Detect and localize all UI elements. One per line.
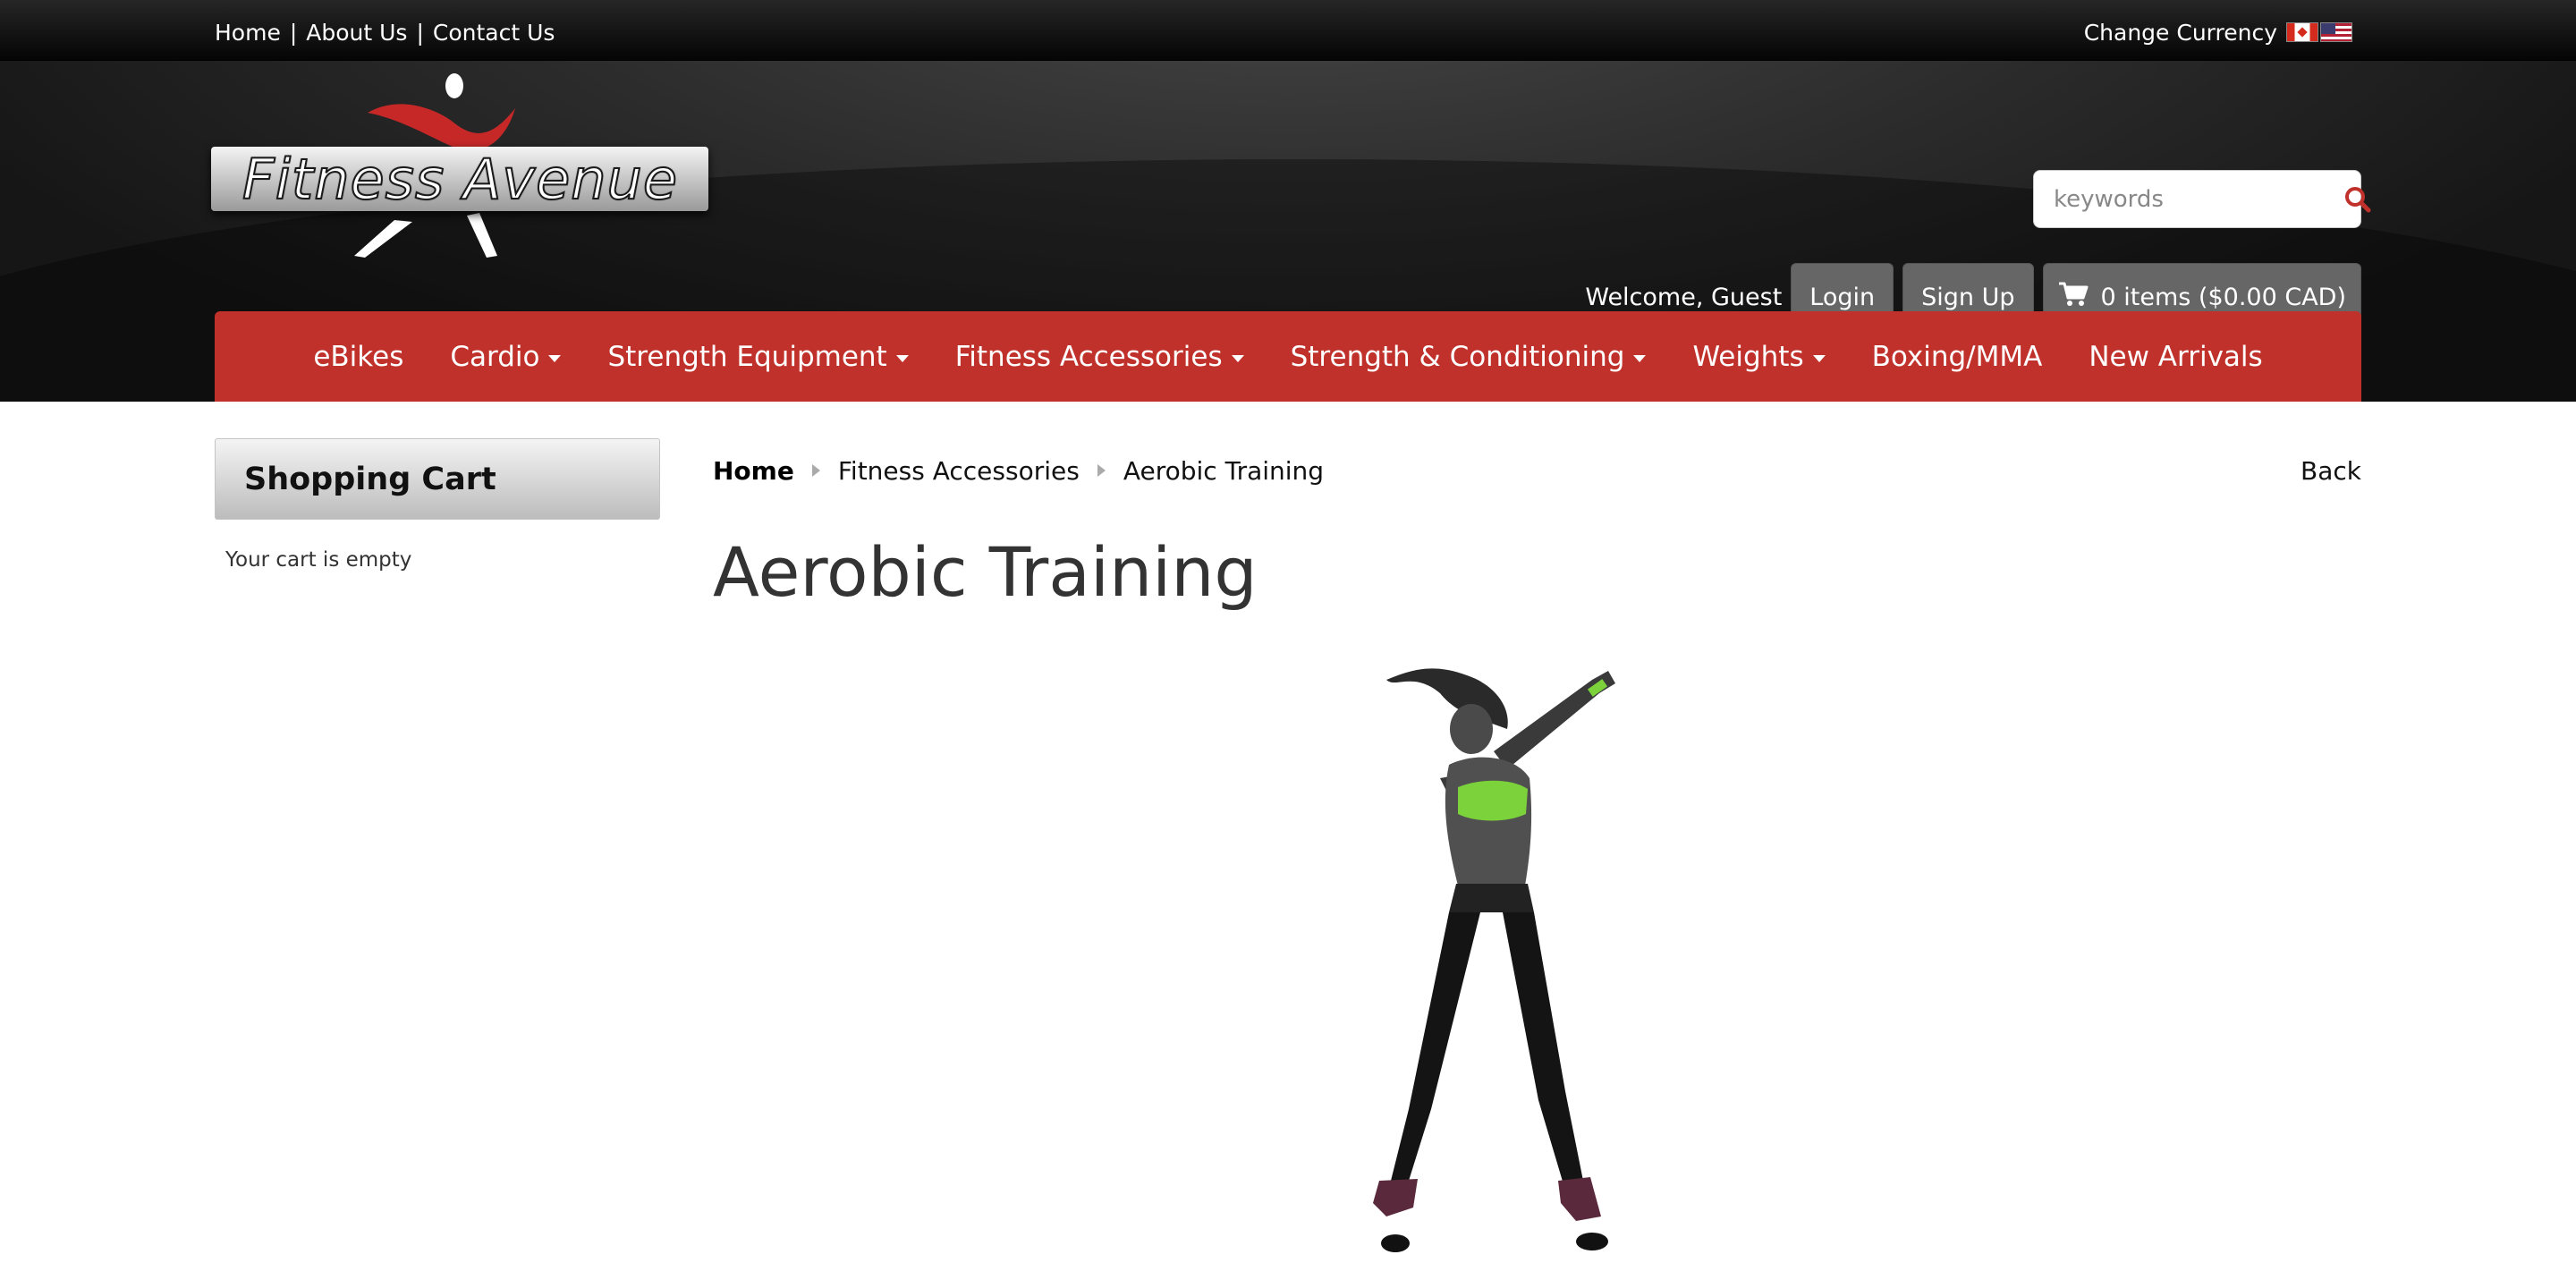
nav-item-ebikes[interactable]: eBikes bbox=[290, 341, 427, 373]
search-input[interactable] bbox=[2034, 172, 2343, 226]
top-link-home[interactable]: Home bbox=[215, 20, 281, 46]
cart-icon bbox=[2058, 281, 2089, 314]
nav-item-boxing-mma[interactable]: Boxing/MMA bbox=[1849, 341, 2066, 373]
chevron-down-icon bbox=[895, 354, 909, 362]
nav-item-strength-conditioning[interactable]: Strength & Conditioning bbox=[1267, 341, 1670, 373]
breadcrumb-home[interactable]: Home bbox=[713, 456, 794, 486]
breadcrumb-arrow-icon bbox=[811, 464, 820, 477]
category-hero-image bbox=[1324, 644, 1789, 1259]
shopping-cart-heading: Shopping Cart bbox=[215, 438, 660, 520]
top-link-separator: | bbox=[289, 19, 298, 46]
change-currency-label: Change Currency bbox=[2083, 19, 2277, 46]
currency-switcher: Change Currency bbox=[2084, 16, 2352, 48]
chevron-down-icon bbox=[1231, 354, 1244, 362]
nav-item-new-arrivals[interactable]: New Arrivals bbox=[2065, 341, 2285, 373]
search-box bbox=[2033, 170, 2371, 228]
cart-empty-message: Your cart is empty bbox=[225, 548, 412, 572]
nav-item-strength-equipment[interactable]: Strength Equipment bbox=[584, 341, 931, 373]
breadcrumb-fitness-accessories[interactable]: Fitness Accessories bbox=[838, 456, 1080, 486]
nav-item-label: New Arrivals bbox=[2089, 340, 2263, 373]
nav-item-cardio[interactable]: Cardio bbox=[427, 341, 584, 373]
breadcrumb: Home Fitness Accessories Aerobic Trainin… bbox=[713, 452, 1324, 489]
nav-item-label: eBikes bbox=[313, 340, 404, 373]
flag-us-icon[interactable] bbox=[2320, 22, 2352, 42]
breadcrumb-current: Aerobic Training bbox=[1123, 455, 1325, 486]
page-title: Aerobic Training bbox=[713, 532, 1258, 612]
nav-item-fitness-accessories[interactable]: Fitness Accessories bbox=[932, 341, 1267, 373]
nav-item-label: Fitness Accessories bbox=[954, 340, 1223, 373]
welcome-text: Welcome, Guest bbox=[1585, 283, 1783, 311]
chevron-down-icon bbox=[1633, 354, 1647, 362]
nav-item-label: Weights bbox=[1692, 340, 1804, 373]
fitness-avenue-logo[interactable]: Fitness Avenue bbox=[211, 68, 712, 274]
sidebar: Shopping Cart Your cart is empty bbox=[215, 438, 660, 572]
main-navigation: eBikes Cardio Strength Equipment Fitness… bbox=[215, 311, 2361, 402]
top-links: Home | About Us | Contact Us bbox=[215, 16, 555, 48]
top-link-about-us[interactable]: About Us bbox=[306, 20, 407, 46]
logo-text: Fitness Avenue bbox=[242, 146, 678, 213]
breadcrumb-arrow-icon bbox=[1097, 464, 1106, 477]
flag-ca-icon[interactable] bbox=[2286, 22, 2318, 42]
search-icon[interactable] bbox=[2343, 173, 2372, 226]
chevron-down-icon bbox=[1812, 354, 1826, 362]
back-link[interactable]: Back bbox=[2301, 452, 2361, 489]
cart-summary: 0 items ($0.00 CAD) bbox=[2100, 283, 2346, 311]
nav-item-label: Strength Equipment bbox=[607, 340, 887, 373]
chevron-down-icon bbox=[548, 354, 562, 362]
nav-item-label: Strength & Conditioning bbox=[1290, 340, 1625, 373]
top-link-separator: | bbox=[416, 19, 424, 46]
nav-item-label: Cardio bbox=[450, 340, 540, 373]
nav-item-weights[interactable]: Weights bbox=[1669, 341, 1848, 373]
top-link-contact-us[interactable]: Contact Us bbox=[433, 20, 555, 46]
top-utility-bar: Home | About Us | Contact Us Change Curr… bbox=[0, 0, 2576, 61]
nav-item-label: Boxing/MMA bbox=[1871, 340, 2043, 373]
aerobic-dancer-image bbox=[1373, 668, 1615, 1252]
